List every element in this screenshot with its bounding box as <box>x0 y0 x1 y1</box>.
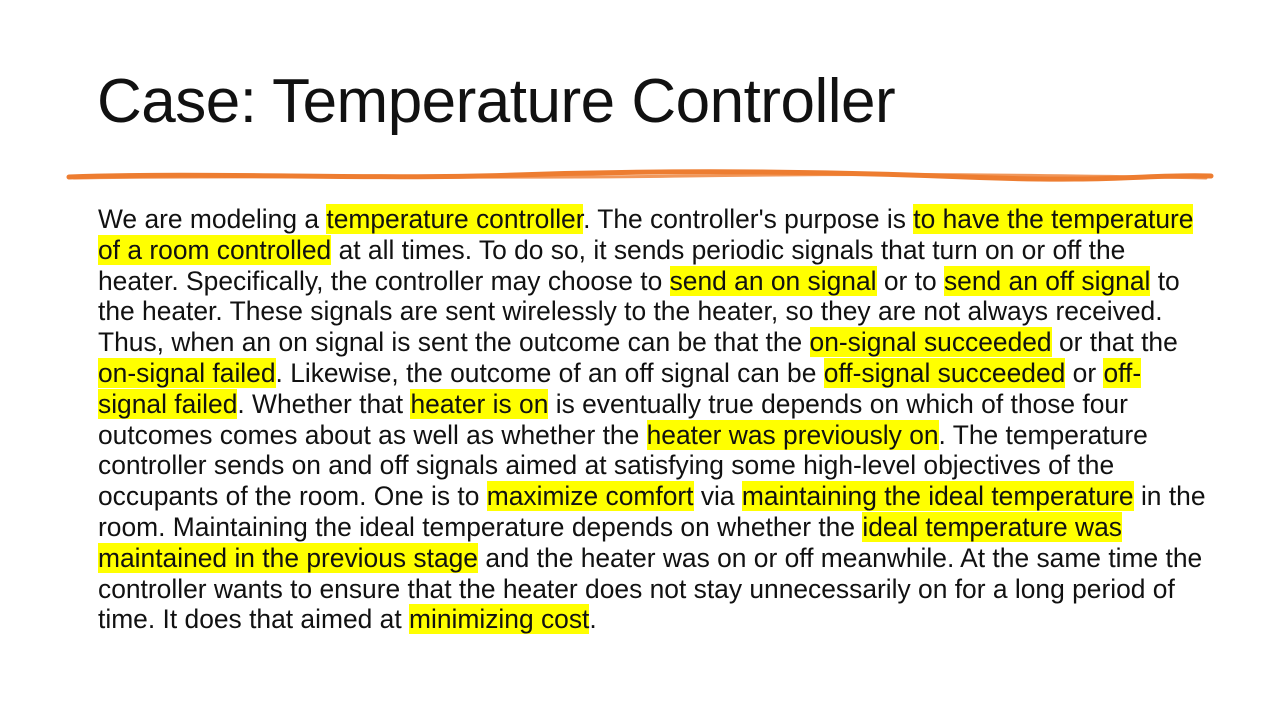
highlighted-phrase: on-signal failed <box>98 357 276 388</box>
highlighted-phrase: heater is on <box>410 388 549 419</box>
highlighted-phrase: heater was previously on <box>646 419 939 450</box>
body-paragraph: We are modeling a temperature controller… <box>98 204 1208 635</box>
slide: Case: Temperature Controller We are mode… <box>0 0 1280 720</box>
highlighted-phrase: off-signal succeeded <box>823 357 1066 388</box>
highlighted-phrase: maintaining the ideal temperature <box>741 481 1134 512</box>
slide-title: Case: Temperature Controller <box>97 67 896 136</box>
highlighted-phrase: temperature controller <box>326 204 584 234</box>
highlighted-phrase: send an off signal <box>943 265 1151 296</box>
title-divider <box>66 169 1214 182</box>
text-segment: . Whether that <box>237 388 411 419</box>
text-segment: via <box>693 481 742 512</box>
highlighted-phrase: minimizing cost <box>408 604 590 635</box>
highlighted-phrase: send an on signal <box>669 265 877 296</box>
text-segment: We are modeling a <box>98 204 327 234</box>
text-segment: . The controller's purpose is <box>583 204 914 234</box>
text-segment: or to <box>876 265 944 296</box>
highlighted-phrase: maximize comfort <box>486 481 694 512</box>
text-segment: . Likewise, the outcome of an off signal… <box>275 357 824 388</box>
highlighted-phrase: on-signal succeeded <box>809 327 1052 358</box>
text-segment: or that the <box>1051 327 1178 358</box>
text-segment: or <box>1065 357 1104 388</box>
text-segment: . <box>589 604 597 635</box>
